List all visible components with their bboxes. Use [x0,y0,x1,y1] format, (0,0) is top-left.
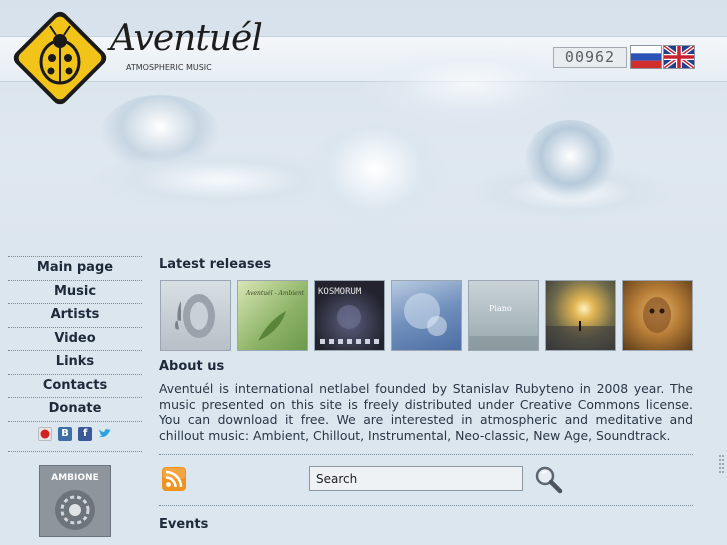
lastfm-icon[interactable] [38,427,52,441]
resize-grip-icon[interactable] [719,455,725,479]
latest-releases-title: Latest releases [159,257,272,272]
nav-video[interactable]: Video [8,328,142,351]
search-button[interactable] [533,465,565,495]
ambione-label: AMBIONE [51,473,99,483]
site-tagline: ATMOSPHERIC MUSIC [126,63,212,72]
cloud [360,45,580,125]
nav-donate[interactable]: Donate [8,398,142,422]
site-title[interactable]: Aventuél [110,18,263,59]
divider [8,451,142,452]
divider [159,505,693,506]
about-us-title: About us [159,359,225,374]
social-icons: B f [38,427,113,443]
nav-artists[interactable]: Artists [8,304,142,328]
sidebar-nav: Main page Music Artists Video Links Cont… [8,256,142,422]
ladybug-logo[interactable] [10,8,110,108]
twitter-icon[interactable] [98,427,112,441]
visit-counter: 00962 [553,47,627,68]
cover-golden-face[interactable] [622,280,693,351]
events-title: Events [159,517,209,532]
ambione-banner[interactable]: AMBIONE [39,465,111,537]
cover-sunset[interactable] [545,280,616,351]
cover-blue-abstract[interactable] [391,280,462,351]
nav-main-page[interactable]: Main page [8,256,142,281]
cover-piano[interactable]: Piano [468,280,539,351]
russian-flag-icon[interactable] [630,45,662,69]
about-us-text: Aventuél is international netlabel found… [159,381,693,443]
nav-music[interactable]: Music [8,281,142,304]
facebook-icon[interactable]: f [78,427,93,441]
cover-green-leaf[interactable]: Aventuél - Ambient [237,280,308,351]
svg-text:Piano: Piano [489,304,512,313]
search-input[interactable] [309,466,523,491]
svg-text:KOSMORUM: KOSMORUM [318,287,362,297]
svg-text:Aventuél - Ambient: Aventuél - Ambient [245,290,305,297]
nav-contacts[interactable]: Contacts [8,375,142,398]
uk-flag-icon[interactable] [663,45,695,69]
nav-links[interactable]: Links [8,351,142,375]
rss-icon[interactable] [162,467,186,491]
cover-speaker[interactable] [160,280,231,351]
cover-kosmorum[interactable]: KOSMORUM [314,280,385,351]
cloud [525,120,615,200]
vkontakte-icon[interactable]: B [58,427,73,441]
cloud [300,125,450,235]
divider [159,454,693,455]
